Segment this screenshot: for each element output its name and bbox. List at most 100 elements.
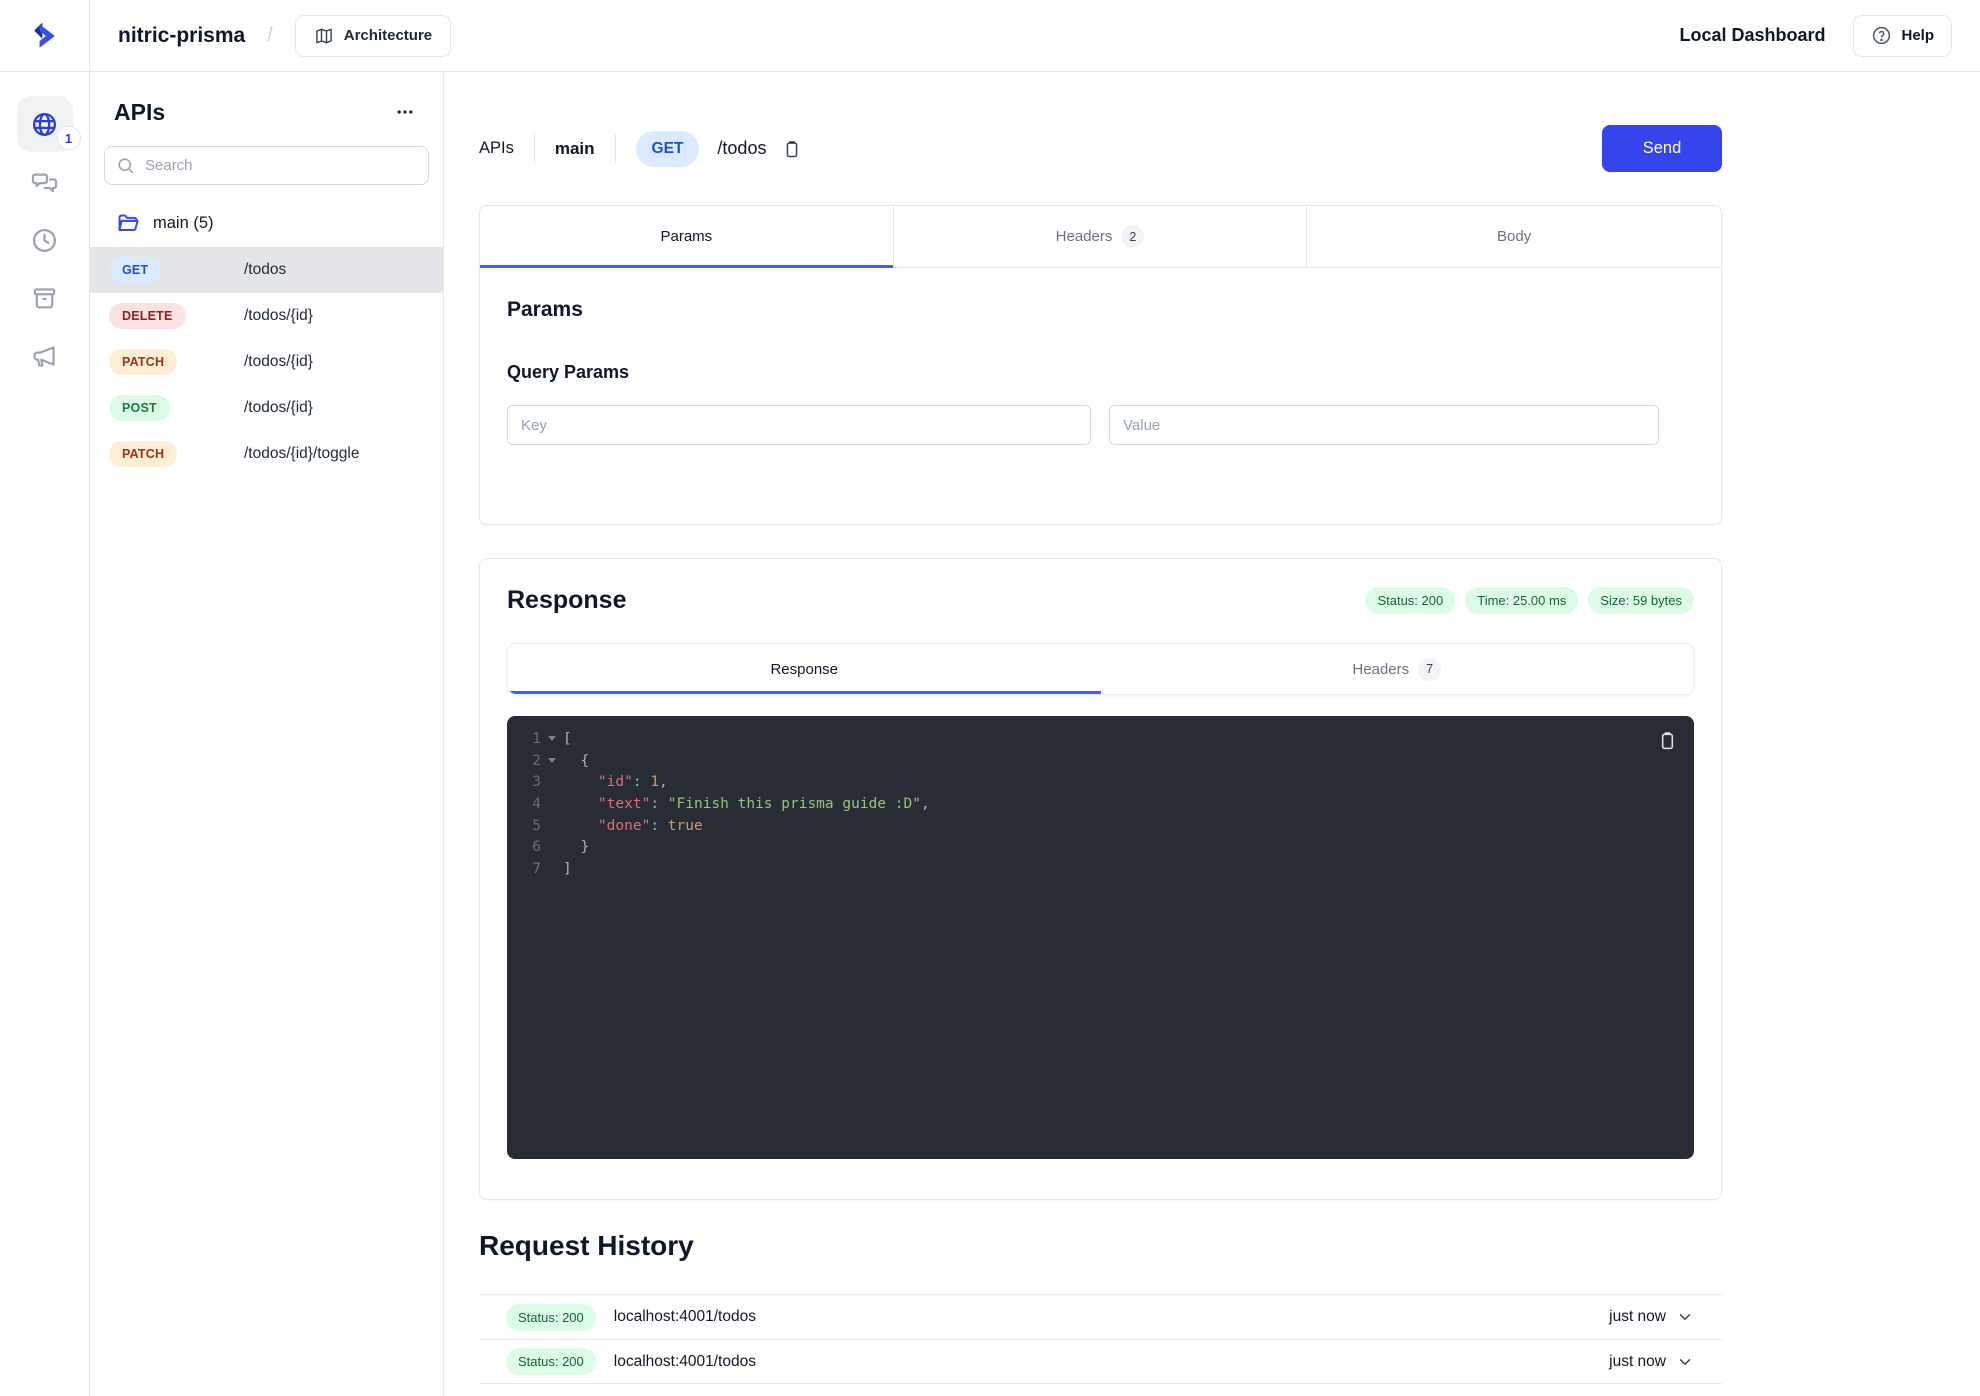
code-line: 7] bbox=[507, 858, 1694, 880]
method-badge: PATCH bbox=[109, 441, 177, 467]
endpoint-list: GET/todosDELETE/todos/{id}PATCH/todos/{i… bbox=[90, 247, 443, 477]
endpoint-path: /todos bbox=[244, 261, 443, 279]
response-heading: Response bbox=[507, 586, 626, 615]
search-input[interactable] bbox=[104, 146, 429, 185]
method-badge: PATCH bbox=[109, 349, 177, 375]
code-line: 4 "text": "Finish this prisma guide :D", bbox=[507, 793, 1694, 815]
folder-icon bbox=[116, 211, 140, 235]
top-header: nitric-prisma / Architecture Local Dashb… bbox=[0, 0, 1980, 72]
endpoint-row[interactable]: PATCH/todos/{id} bbox=[90, 339, 443, 385]
copy-response-button[interactable] bbox=[1657, 730, 1678, 751]
fold-toggle[interactable] bbox=[541, 736, 563, 741]
header-separator: / bbox=[267, 24, 273, 47]
panel-menu-button[interactable] bbox=[391, 98, 419, 126]
endpoint-row[interactable]: DELETE/todos/{id} bbox=[90, 293, 443, 339]
history-row[interactable]: Status: 200localhost:4001/todosjust now bbox=[479, 1294, 1722, 1339]
breadcrumb-api-name[interactable]: main bbox=[555, 139, 595, 159]
tab-label: Headers bbox=[1352, 661, 1409, 678]
help-label: Help bbox=[1901, 27, 1934, 44]
help-button[interactable]: Help bbox=[1853, 15, 1952, 57]
megaphone-icon bbox=[30, 342, 59, 371]
fold-arrow-icon bbox=[548, 736, 556, 741]
query-key-input[interactable] bbox=[507, 405, 1091, 445]
history-url: localhost:4001/todos bbox=[614, 1353, 756, 1371]
code-line: 3 "id": 1, bbox=[507, 771, 1694, 793]
code-line: 6 } bbox=[507, 836, 1694, 858]
apis-panel-title: APIs bbox=[114, 99, 165, 126]
endpoint-path: /todos/{id} bbox=[244, 399, 443, 417]
api-group-label: main (5) bbox=[153, 214, 214, 233]
sidebar-item-storage[interactable] bbox=[17, 270, 73, 326]
query-value-input[interactable] bbox=[1109, 405, 1659, 445]
request-path: /todos bbox=[717, 138, 766, 159]
tab-count-badge: 2 bbox=[1121, 225, 1144, 248]
endpoint-path: /todos/{id} bbox=[244, 353, 443, 371]
status-badge: Size: 59 bytes bbox=[1588, 587, 1694, 614]
project-name: nitric-prisma bbox=[118, 24, 245, 48]
tab-label: Body bbox=[1497, 228, 1531, 245]
history-time: just now bbox=[1609, 1308, 1666, 1326]
chevron-down-icon[interactable] bbox=[1676, 1353, 1694, 1371]
sidebar-item-topics[interactable] bbox=[17, 328, 73, 384]
request-tab-params[interactable]: Params bbox=[480, 206, 894, 267]
nitric-logo[interactable] bbox=[0, 0, 90, 72]
chat-icon bbox=[30, 168, 59, 197]
endpoint-row[interactable]: POST/todos/{id} bbox=[90, 385, 443, 431]
request-tab-headers[interactable]: Headers2 bbox=[894, 206, 1308, 267]
request-card: Params Headers2 Body Params Query Params bbox=[479, 205, 1722, 525]
clock-icon bbox=[30, 226, 59, 255]
endpoint-path: /todos/{id}/toggle bbox=[244, 445, 443, 463]
query-params-heading: Query Params bbox=[507, 362, 1694, 383]
breadcrumb: APIs main GET /todos Send bbox=[479, 125, 1722, 172]
chevron-down-icon[interactable] bbox=[1676, 1308, 1694, 1326]
params-heading: Params bbox=[507, 298, 1694, 322]
line-number: 3 bbox=[507, 774, 541, 790]
line-number: 1 bbox=[507, 731, 541, 747]
line-number: 6 bbox=[507, 839, 541, 855]
send-button[interactable]: Send bbox=[1602, 125, 1722, 172]
method-badge: GET bbox=[109, 257, 161, 283]
map-icon bbox=[314, 26, 334, 46]
request-tab-body[interactable]: Body bbox=[1307, 206, 1721, 267]
breadcrumb-root[interactable]: APIs bbox=[479, 139, 514, 158]
response-card: Response Status: 200Time: 25.00 msSize: … bbox=[479, 558, 1722, 1200]
status-badge: Status: 200 bbox=[1365, 587, 1455, 614]
line-number: 4 bbox=[507, 796, 541, 812]
line-number: 5 bbox=[507, 818, 541, 834]
endpoint-row[interactable]: PATCH/todos/{id}/toggle bbox=[90, 431, 443, 477]
main-content: APIs main GET /todos Send ParamsHeaders2… bbox=[444, 72, 1980, 1396]
history-time: just now bbox=[1609, 1353, 1666, 1371]
method-badge: DELETE bbox=[109, 303, 186, 329]
api-group-main[interactable]: main (5) bbox=[90, 211, 443, 235]
sidebar-item-websockets[interactable] bbox=[17, 154, 73, 210]
apis-panel: APIs main (5) GET/todosDELETE/todos/{id}… bbox=[90, 72, 444, 1396]
fold-toggle[interactable] bbox=[541, 758, 563, 763]
response-meta-badges: Status: 200Time: 25.00 msSize: 59 bytes bbox=[1365, 587, 1694, 614]
method-badge: GET bbox=[636, 131, 700, 167]
divider bbox=[534, 134, 535, 164]
sidebar-item-apis[interactable]: 1 bbox=[17, 96, 73, 152]
tab-label: Params bbox=[660, 228, 712, 245]
code-line: 1[ bbox=[507, 728, 1694, 750]
history-row[interactable]: Status: 200localhost:4001/todosjust now bbox=[479, 1339, 1722, 1384]
request-tabs: Params Headers2 Body bbox=[480, 206, 1721, 268]
request-history-heading: Request History bbox=[479, 1230, 1722, 1262]
architecture-button[interactable]: Architecture bbox=[295, 15, 451, 57]
code-line: 5 "done": true bbox=[507, 815, 1694, 837]
history-url: localhost:4001/todos bbox=[614, 1308, 756, 1326]
request-history-list: Status: 200localhost:4001/todosjust nowS… bbox=[479, 1294, 1722, 1384]
copy-path-button[interactable] bbox=[780, 137, 804, 161]
globe-icon bbox=[30, 110, 59, 139]
endpoint-row[interactable]: GET/todos bbox=[90, 247, 443, 293]
divider bbox=[615, 134, 616, 164]
count-badge: 1 bbox=[57, 126, 81, 150]
response-tab-response[interactable]: Response bbox=[508, 644, 1101, 694]
line-number: 2 bbox=[507, 753, 541, 769]
help-icon bbox=[1871, 25, 1892, 46]
response-tab-headers[interactable]: Headers7 bbox=[1101, 644, 1694, 694]
sidebar-item-schedules[interactable] bbox=[17, 212, 73, 268]
clipboard-icon bbox=[782, 139, 802, 159]
dashboard-title: Local Dashboard bbox=[1679, 25, 1825, 46]
tab-label: Response bbox=[770, 661, 838, 678]
response-tabs: Response Headers7 bbox=[507, 643, 1694, 695]
